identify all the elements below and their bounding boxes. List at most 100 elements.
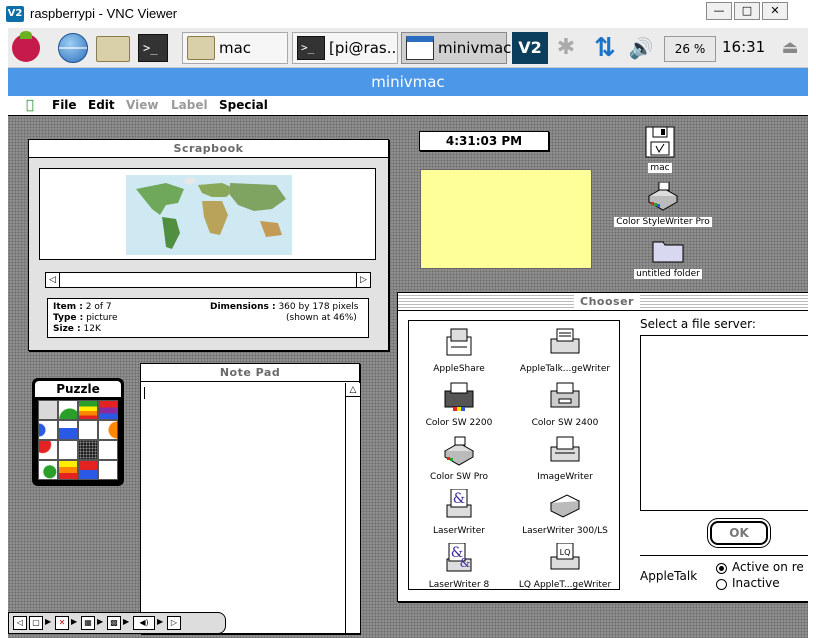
chooser-item-appleshare[interactable]: AppleShare [409, 327, 509, 374]
appletalk-active-radio[interactable] [716, 563, 727, 574]
eject-icon[interactable]: ⏏ [778, 34, 802, 62]
chooser-window[interactable]: Chooser AppleShare AppleTalk...geWriter … [397, 292, 808, 602]
file-server-list[interactable] [640, 335, 808, 511]
terminal-icon: >_ [297, 36, 325, 60]
puzzle-tile[interactable] [98, 400, 118, 420]
puzzle-tile[interactable] [38, 440, 58, 460]
puzzle-tile[interactable] [78, 460, 98, 480]
laserwriter-icon: && [446, 542, 472, 572]
puzzle-tile-empty[interactable] [78, 440, 98, 460]
menu-label[interactable]: Label [171, 98, 208, 112]
puzzle-tile[interactable] [98, 420, 118, 440]
control-strip-arrow-icon[interactable]: ▶ [71, 617, 77, 626]
menu-file[interactable]: File [52, 98, 77, 112]
puzzle-tile[interactable] [58, 400, 78, 420]
raspberry-menu-icon[interactable] [12, 31, 40, 62]
minimize-button[interactable]: — [706, 2, 732, 20]
scrapbook-scrollbar[interactable]: ◁ ▷ [45, 272, 371, 288]
web-browser-icon[interactable] [58, 33, 88, 63]
chooser-item-color-sw-2200[interactable]: Color SW 2200 [409, 381, 509, 428]
chooser-item-laserwriter-300[interactable]: LaserWriter 300/LS [515, 489, 615, 536]
chooser-item-appletalk-imagewriter[interactable]: AppleTalk...geWriter [515, 327, 615, 374]
terminal-launcher-icon[interactable]: >_ [138, 34, 168, 62]
color-stylewriter-icon[interactable]: Color StyleWriter Pro [608, 181, 718, 227]
puzzle-tile[interactable] [98, 460, 118, 480]
chooser-item-lq-appletalk-imagewriter[interactable]: LQ LQ AppleT...geWriter [515, 542, 615, 590]
chooser-item-laserwriter-8[interactable]: & & LaserWriter 8 [409, 542, 509, 590]
control-strip-collapse-icon[interactable]: ◁ [13, 616, 27, 630]
maximize-button[interactable]: □ [734, 2, 760, 20]
puzzle-tile[interactable] [58, 460, 78, 480]
close-button[interactable]: ✕ [762, 2, 788, 20]
chooser-item-color-sw-pro[interactable]: Color SW Pro [409, 435, 509, 482]
untitled-folder-icon[interactable]: untitled folder [632, 238, 704, 279]
mac-disk-icon[interactable]: mac [632, 126, 688, 173]
puzzle-tile[interactable] [98, 440, 118, 460]
folder-icon [652, 241, 684, 263]
notepad-scrollbar[interactable]: △ [345, 383, 360, 633]
control-strip-monitor-icon[interactable]: ▦ [81, 616, 95, 630]
control-strip-appletalk-icon[interactable]: ✕ [55, 616, 69, 630]
chooser-driver-list[interactable]: AppleShare AppleTalk...geWriter Color SW… [408, 320, 620, 590]
sticky-note[interactable] [420, 169, 592, 269]
puzzle-tile[interactable] [38, 400, 58, 420]
bluetooth-icon[interactable]: ✱ [556, 34, 576, 62]
chooser-item-imagewriter[interactable]: ImageWriter [515, 435, 615, 482]
scroll-up-arrow-icon[interactable]: △ [346, 383, 360, 397]
notepad-window[interactable]: Note Pad △ [140, 363, 360, 634]
chooser-item-label: LaserWriter [433, 526, 485, 536]
control-strip-pattern-icon[interactable]: ▩ [107, 616, 121, 630]
volume-icon[interactable]: 🔊 [628, 34, 654, 62]
chooser-item-laserwriter[interactable]: & LaserWriter [409, 488, 509, 536]
printer-icon [647, 181, 679, 211]
folder-icon [187, 36, 215, 60]
chooser-item-label: AppleShare [433, 364, 485, 374]
task-terminal[interactable]: >_ [pi@ras... [292, 32, 398, 64]
notepad-text-area[interactable] [141, 383, 344, 633]
task-minivmac[interactable]: minivmac [401, 32, 511, 64]
puzzle-tile[interactable] [78, 420, 98, 440]
task-mac[interactable]: mac [182, 32, 288, 64]
scroll-right-arrow-icon[interactable]: ▷ [356, 273, 370, 287]
chooser-item-label: LaserWriter 8 [428, 580, 490, 590]
menu-special[interactable]: Special [219, 98, 268, 112]
chooser-item-color-sw-2400[interactable]: Color SW 2400 [515, 381, 615, 428]
puzzle-grid[interactable] [38, 400, 118, 480]
scroll-left-arrow-icon[interactable]: ◁ [46, 273, 60, 287]
svg-text:LQ: LQ [560, 548, 571, 557]
control-strip-arrow-icon[interactable]: ▶ [157, 617, 163, 626]
control-strip[interactable]: ◁ ▢ ▶ ✕ ▶ ▦ ▶ ▩ ▶ ◀) ▶ ▷ [8, 612, 226, 634]
control-strip-sound-icon[interactable]: ◀) [133, 616, 155, 630]
size-label: Size : [53, 324, 81, 334]
control-strip-arrow-icon[interactable]: ▶ [97, 617, 103, 626]
task-label: minivmac [438, 39, 512, 57]
control-strip-expand-icon[interactable]: ▷ [167, 616, 181, 630]
control-strip-arrow-icon[interactable]: ▶ [45, 617, 51, 626]
window-title: raspberrypi - VNC Viewer [30, 6, 178, 21]
puzzle-tile[interactable] [38, 460, 58, 480]
file-manager-icon[interactable] [96, 36, 130, 62]
menu-view[interactable]: View [126, 98, 158, 112]
puzzle-window[interactable]: Puzzle [32, 378, 124, 486]
puzzle-tile[interactable] [78, 400, 98, 420]
apple-menu-icon[interactable]:  [26, 98, 34, 113]
vnc-tray-icon[interactable]: V2 [512, 32, 548, 64]
notepad-titlebar[interactable]: Note Pad [141, 364, 359, 382]
control-strip-disk-icon[interactable]: ▢ [29, 616, 43, 630]
network-icon[interactable]: ⇅ [590, 32, 620, 64]
imagewriter-printer-icon [550, 436, 580, 462]
puzzle-tile[interactable] [38, 420, 58, 440]
control-strip-arrow-icon[interactable]: ▶ [123, 617, 129, 626]
ok-button[interactable]: OK [710, 521, 768, 545]
scrapbook-window[interactable]: Scrapbook ◁ ▷ Item : 2 of 7 Type : pictu… [28, 139, 389, 351]
puzzle-tile[interactable] [58, 420, 78, 440]
type-label: Type : [53, 313, 84, 323]
taskbar-clock[interactable]: 16:31 [722, 38, 765, 56]
svg-text:&: & [453, 491, 465, 507]
menu-edit[interactable]: Edit [88, 98, 115, 112]
puzzle-tile[interactable] [58, 440, 78, 460]
appletalk-inactive-radio[interactable] [716, 579, 727, 590]
chooser-titlebar[interactable]: Chooser [398, 293, 808, 311]
alarm-clock-window[interactable]: 4:31:03 PM [419, 131, 549, 151]
scrapbook-titlebar[interactable]: Scrapbook [29, 140, 388, 158]
